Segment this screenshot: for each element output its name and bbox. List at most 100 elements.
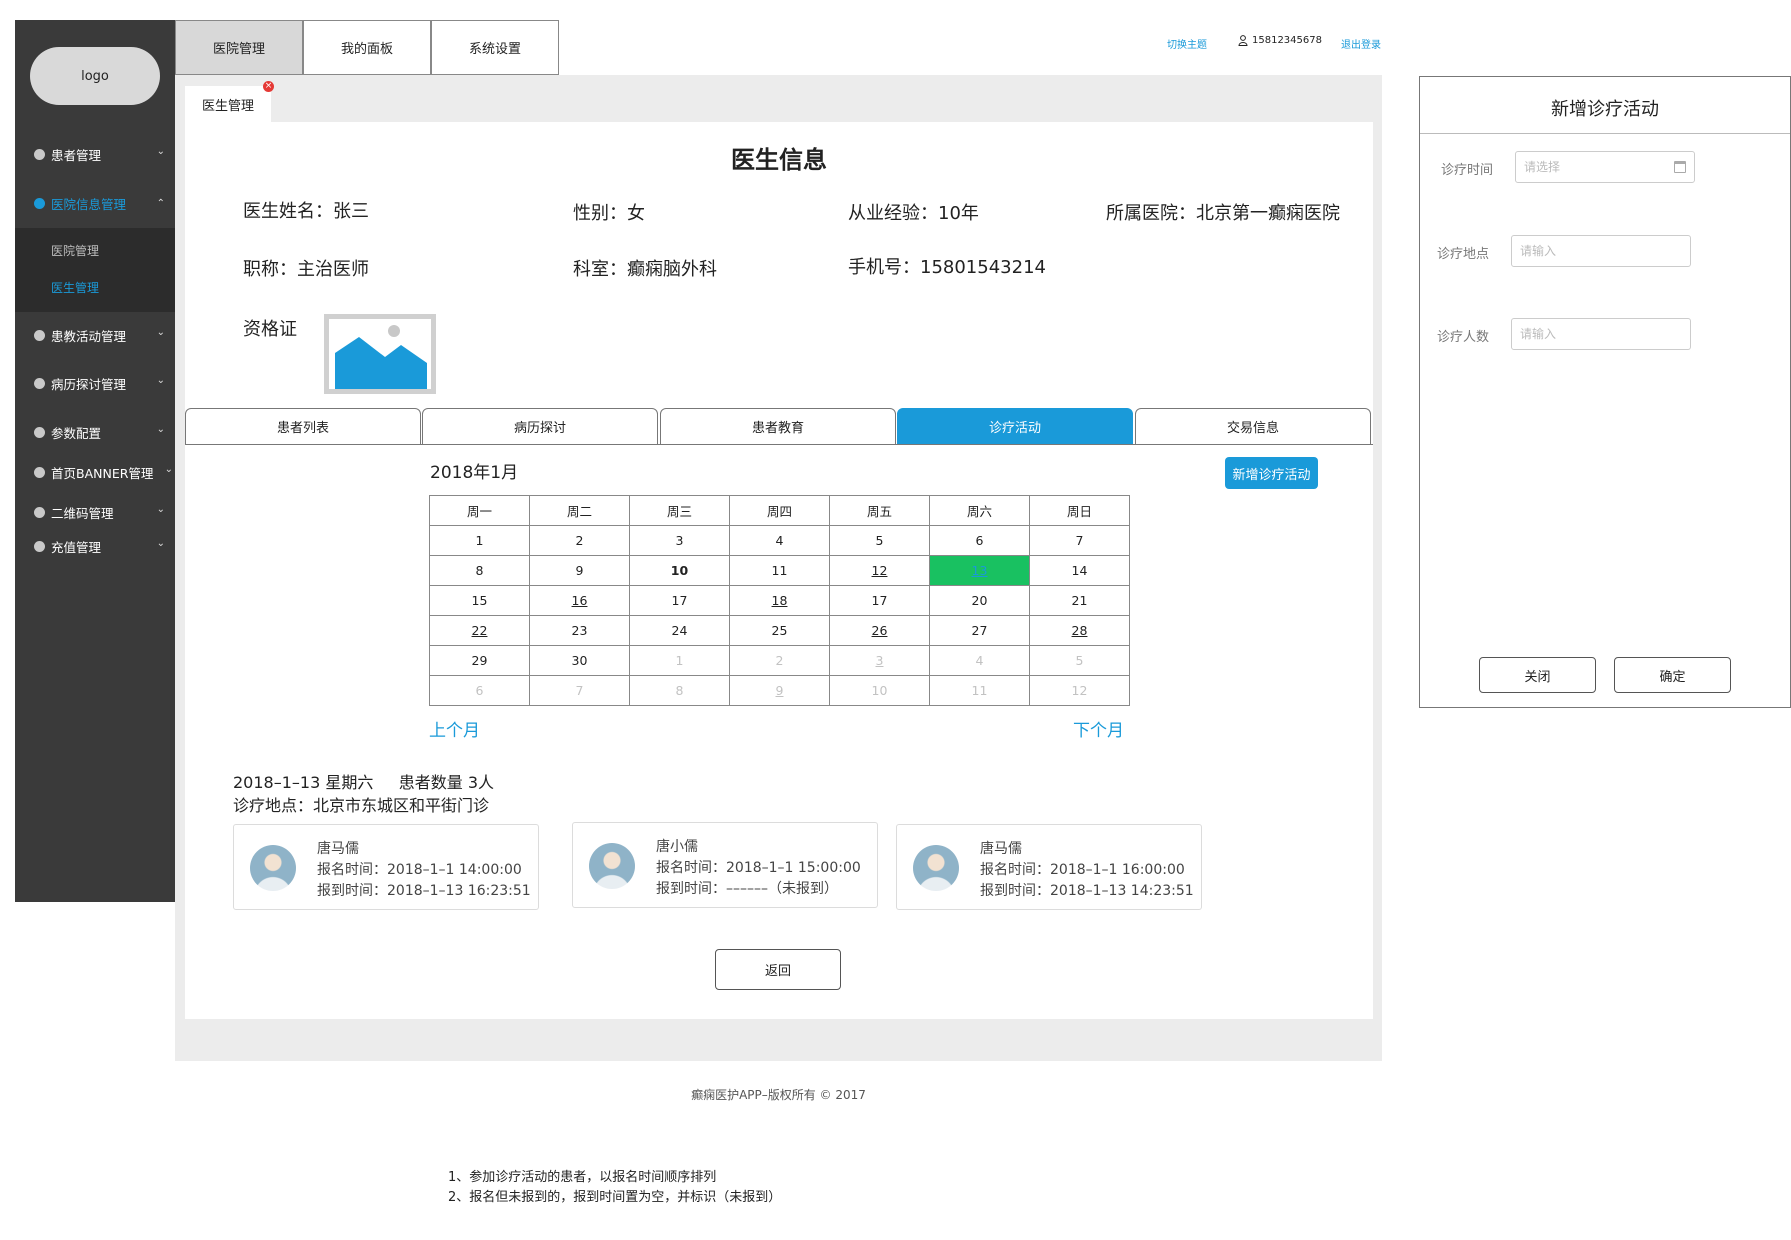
doctor-position: 职称：主治医师 xyxy=(243,259,369,280)
calendar-day-other-month[interactable]: 8 xyxy=(629,675,730,706)
calendar-day[interactable]: 23 xyxy=(529,615,630,646)
tab-divider xyxy=(185,444,1373,445)
calendar-day-with-activity[interactable]: 26 xyxy=(829,615,930,646)
calendar-day[interactable]: 24 xyxy=(629,615,730,646)
calendar-day[interactable]: 30 xyxy=(529,645,630,676)
logout-link[interactable]: 退出登录 xyxy=(1341,36,1381,51)
dialog-divider xyxy=(1420,133,1790,134)
back-button[interactable]: 返回 xyxy=(715,949,841,990)
tab-my-dashboard[interactable]: 我的面板 xyxy=(303,20,431,75)
time-input[interactable] xyxy=(1524,160,1686,174)
calendar-day[interactable]: 1 xyxy=(429,525,530,556)
next-month-link[interactable]: 下个月 xyxy=(1073,716,1124,741)
tab-doctor-management[interactable]: 医生管理 xyxy=(185,86,271,122)
calendar-day[interactable]: 7 xyxy=(1029,525,1130,556)
sidebar-item-patients[interactable]: 患者管理 ⌄ xyxy=(15,139,175,169)
calendar-day[interactable]: 5 xyxy=(829,525,930,556)
patient-card[interactable]: 唐马儒 报名时间：2018–1–1 14:00:00 报到时间：2018–1–1… xyxy=(233,824,539,910)
calendar-day-other-month[interactable]: 10 xyxy=(829,675,930,706)
calendar-day-other-month[interactable]: 12 xyxy=(1029,675,1130,706)
sidebar-subitem-doctor[interactable]: 医生管理 xyxy=(51,279,99,296)
tab-hospital-management[interactable]: 医院管理 xyxy=(175,20,303,75)
sidebar-item-label: 病历探讨管理 xyxy=(51,376,127,392)
page-title: 医生信息 xyxy=(731,146,827,174)
doctor-hospital: 所属医院：北京第一癫痫医院 xyxy=(1106,203,1340,224)
calendar-day[interactable]: 14 xyxy=(1029,555,1130,586)
calendar-day[interactable]: 20 xyxy=(929,585,1030,616)
place-field[interactable] xyxy=(1511,235,1691,267)
tab-case-discussion[interactable]: 病历探讨 xyxy=(422,408,658,445)
calendar-day-other-month[interactable]: 3 xyxy=(829,645,930,676)
calendar-day-other-month[interactable]: 9 xyxy=(729,675,830,706)
tab-patient-list[interactable]: 患者列表 xyxy=(185,408,421,445)
sidebar-item-education[interactable]: 患教活动管理 ⌄ xyxy=(15,320,175,350)
time-picker[interactable] xyxy=(1515,151,1695,183)
calendar-day[interactable]: 29 xyxy=(429,645,530,676)
patient-card[interactable]: 唐马儒 报名时间：2018–1–1 16:00:00 报到时间：2018–1–1… xyxy=(896,824,1202,910)
time-label: 诊疗时间 xyxy=(1441,163,1494,178)
calendar-day[interactable]: 10 xyxy=(629,555,730,586)
prev-month-link[interactable]: 上个月 xyxy=(429,716,480,741)
calendar-day-selected[interactable]: 13 xyxy=(929,555,1030,586)
register-time: 报名时间：2018–1–1 16:00:00 xyxy=(980,862,1185,878)
calendar-day-other-month[interactable]: 6 xyxy=(429,675,530,706)
close-button[interactable]: 关闭 xyxy=(1479,657,1596,693)
add-activity-button[interactable]: 新增诊疗活动 xyxy=(1225,457,1318,489)
bullet-icon xyxy=(34,377,45,389)
calendar-day[interactable]: 11 xyxy=(729,555,830,586)
calendar-day-with-activity[interactable]: 12 xyxy=(829,555,930,586)
calendar-day[interactable]: 2 xyxy=(529,525,630,556)
place-label: 诊疗地点 xyxy=(1437,247,1490,262)
calendar-day[interactable]: 8 xyxy=(429,555,530,586)
calendar-day-other-month[interactable]: 1 xyxy=(629,645,730,676)
count-input[interactable] xyxy=(1520,327,1682,341)
calendar-day-other-month[interactable]: 4 xyxy=(929,645,1030,676)
doctor-name: 医生姓名：张三 xyxy=(243,201,369,222)
calendar-day[interactable]: 27 xyxy=(929,615,1030,646)
sidebar-item-hospital-info[interactable]: 医院信息管理 ⌃ xyxy=(15,188,175,218)
count-field[interactable] xyxy=(1511,318,1691,350)
calendar-day-with-activity[interactable]: 28 xyxy=(1029,615,1130,646)
tab-patient-education[interactable]: 患者教育 xyxy=(660,408,896,445)
tab-transactions[interactable]: 交易信息 xyxy=(1135,408,1371,445)
user-phone: 15812345678 xyxy=(1252,35,1322,46)
certificate-image[interactable] xyxy=(324,314,436,394)
calendar-day[interactable]: 15 xyxy=(429,585,530,616)
calendar-day-other-month[interactable]: 11 xyxy=(929,675,1030,706)
calendar-day[interactable]: 17 xyxy=(629,585,730,616)
sidebar-item-params[interactable]: 参数配置 ⌄ xyxy=(15,417,175,447)
place-input[interactable] xyxy=(1520,244,1682,258)
calendar-day-with-activity[interactable]: 16 xyxy=(529,585,630,616)
sidebar-item-label: 充值管理 xyxy=(51,539,102,555)
sidebar-item-banner[interactable]: 首页BANNER管理 ⌄ xyxy=(15,457,175,487)
patient-card[interactable]: 唐小儒 报名时间：2018–1–1 15:00:00 报到时间：––––––（未… xyxy=(572,822,878,908)
sidebar-subitem-hospital[interactable]: 医院管理 xyxy=(51,242,99,259)
sidebar-item-qrcode[interactable]: 二维码管理 ⌄ xyxy=(15,497,175,527)
calendar-day-other-month[interactable]: 7 xyxy=(529,675,630,706)
bullet-icon xyxy=(34,329,45,341)
sidebar-item-recharge[interactable]: 充值管理 ⌄ xyxy=(15,531,175,561)
calendar-day[interactable]: 17 xyxy=(829,585,930,616)
calendar-day-with-activity[interactable]: 18 xyxy=(729,585,830,616)
calendar-day[interactable]: 6 xyxy=(929,525,1030,556)
footer-copyright: 癫痫医护APP–版权所有 © 2017 xyxy=(691,1088,866,1102)
dialog-title: 新增诊疗活动 xyxy=(1551,99,1659,120)
sidebar-item-label: 患教活动管理 xyxy=(51,328,127,344)
tab-treatment-activity[interactable]: 诊疗活动 xyxy=(897,408,1133,445)
calendar-day-other-month[interactable]: 5 xyxy=(1029,645,1130,676)
tab-system-settings[interactable]: 系统设置 xyxy=(431,20,559,75)
calendar-day-other-month[interactable]: 2 xyxy=(729,645,830,676)
calendar-day[interactable]: 25 xyxy=(729,615,830,646)
sidebar-item-case-discussion[interactable]: 病历探讨管理 ⌄ xyxy=(15,368,175,398)
calendar-day[interactable]: 21 xyxy=(1029,585,1130,616)
calendar-day[interactable]: 9 xyxy=(529,555,630,586)
calendar-day-with-activity[interactable]: 22 xyxy=(429,615,530,646)
calendar: 周一 周二 周三 周四 周五 周六 周日 1 2 3 4 5 6 7 8 9 1… xyxy=(429,495,1130,706)
user-info[interactable]: 15812345678 xyxy=(1238,35,1322,46)
user-icon xyxy=(1238,35,1248,46)
switch-theme-link[interactable]: 切换主题 xyxy=(1167,36,1207,51)
calendar-day[interactable]: 4 xyxy=(729,525,830,556)
confirm-button[interactable]: 确定 xyxy=(1614,657,1731,693)
close-icon[interactable]: × xyxy=(263,81,274,92)
calendar-day[interactable]: 3 xyxy=(629,525,730,556)
